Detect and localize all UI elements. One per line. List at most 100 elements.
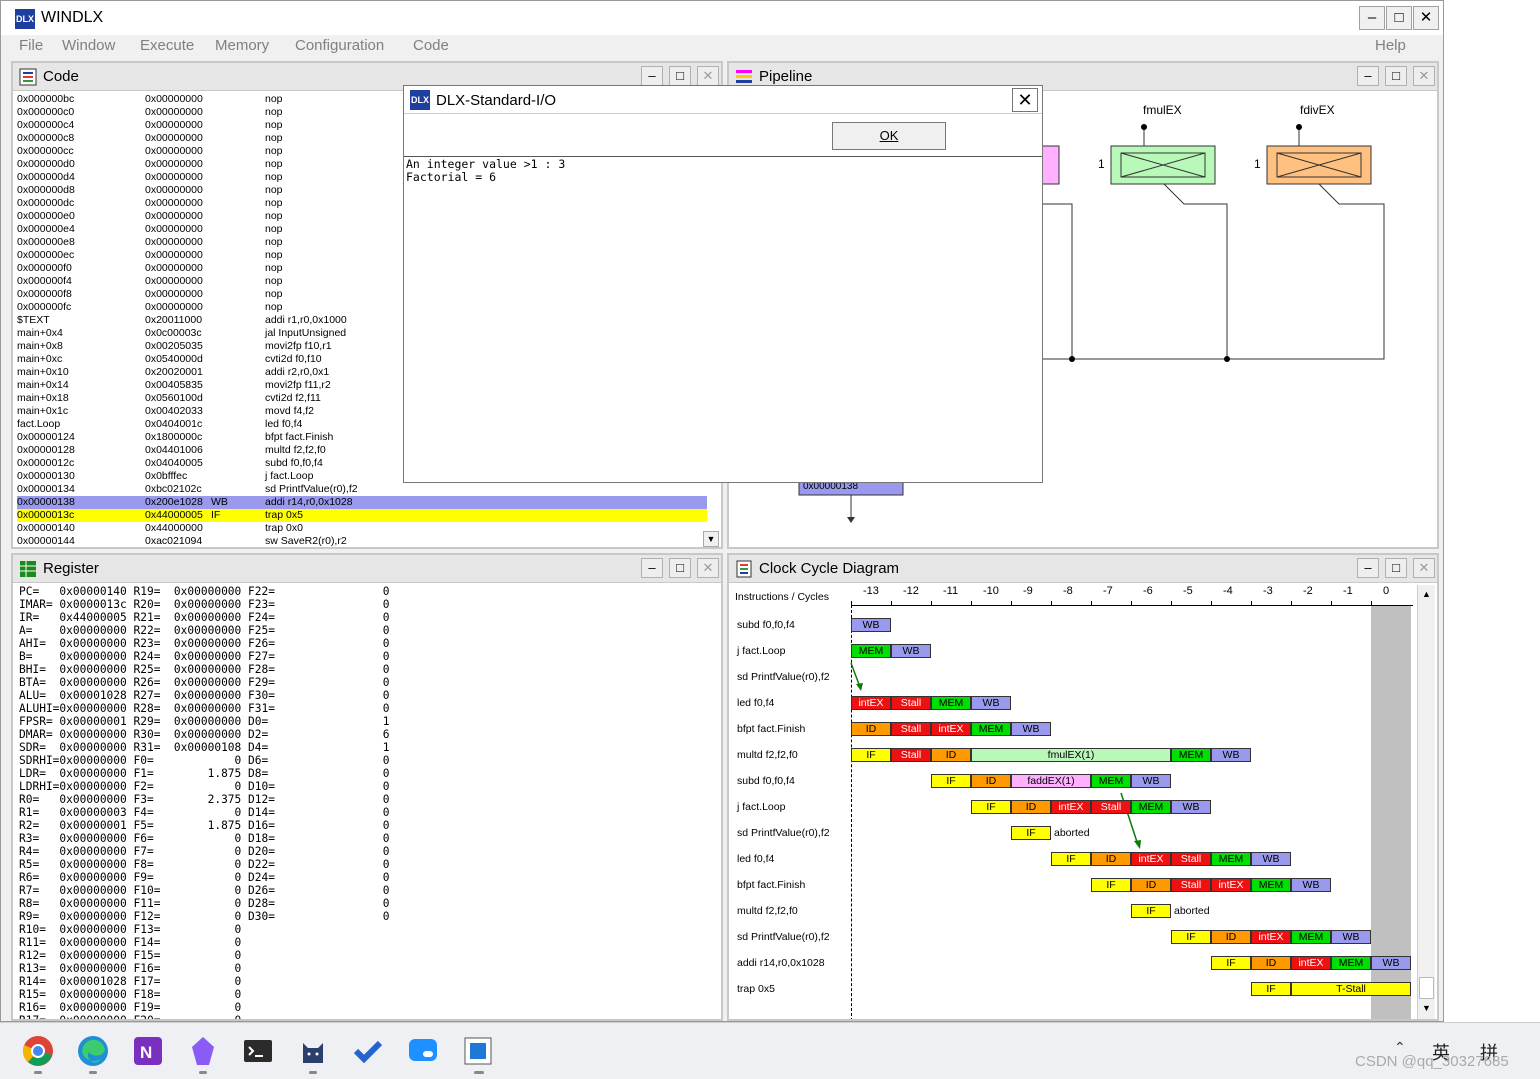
instruction-label: addi r14,r0,0x1028 [737, 957, 825, 969]
pipeline-stage-box: Stall [891, 748, 931, 762]
code-address: 0x000000bc [17, 93, 75, 105]
code-address: fact.Loop [17, 418, 61, 430]
code-instruction: nop [265, 132, 283, 144]
pipeline-stage-box: ID [1091, 852, 1131, 866]
code-instruction: sd PrintfValue(r0),f2 [265, 483, 358, 495]
code-hex: 0x200e1028 [145, 496, 203, 508]
code-row[interactable]: 0x00000138 0x200e1028 WB addi r14,r0,0x1028 [17, 496, 707, 509]
pipeline-maximize-button[interactable]: □ [1385, 66, 1407, 86]
pipeline-stage-box: IF [1171, 930, 1211, 944]
code-instruction: trap 0x5 [265, 509, 303, 521]
pipeline-stage-box: MEM [1291, 930, 1331, 944]
code-row[interactable]: 0x0000013c 0x44000005 IF trap 0x5 [17, 509, 707, 522]
chrome-icon[interactable] [22, 1035, 54, 1067]
register-minimize-button[interactable]: – [641, 558, 663, 578]
pipeline-close-button[interactable]: ✕ [1413, 66, 1435, 86]
pipeline-stage-box: ID [931, 748, 971, 762]
dlx-app-icon: DLX [15, 9, 35, 29]
register-line: R16= 0x00000000 F19= 0 [19, 1001, 242, 1014]
code-address: 0x00000134 [17, 483, 75, 495]
clock-vertical-scrollbar[interactable]: ▲ ▼ [1417, 585, 1435, 1019]
pipeline-stage-box: intEX [931, 722, 971, 736]
dialog-close-button[interactable]: ✕ [1012, 88, 1038, 112]
code-instruction: nop [265, 301, 283, 313]
menu-configuration[interactable]: Configuration [295, 37, 384, 54]
chat-app-icon[interactable] [407, 1035, 439, 1067]
terminal-icon[interactable] [242, 1035, 274, 1067]
code-address: main+0x1c [17, 405, 69, 417]
maximize-button[interactable]: □ [1386, 6, 1412, 30]
cycle-tick [851, 601, 852, 606]
cycle-label: -7 [1103, 585, 1113, 597]
menu-memory[interactable]: Memory [215, 37, 269, 54]
cycle-label: 0 [1383, 585, 1390, 597]
cycle-tick [1211, 601, 1212, 606]
cycle-label: -8 [1063, 585, 1073, 597]
aborted-label: aborted [1174, 905, 1210, 917]
cat-app-icon[interactable] [297, 1035, 329, 1067]
register-close-button[interactable]: ✕ [697, 558, 719, 578]
code-instruction: nop [265, 275, 283, 287]
scroll-thumb[interactable] [1419, 977, 1434, 999]
minimize-button[interactable]: – [1359, 6, 1385, 30]
pipeline-stage-box: MEM [1091, 774, 1131, 788]
pipeline-stage-box: WB [851, 618, 891, 632]
code-minimize-button[interactable]: – [641, 66, 663, 86]
code-instruction: nop [265, 288, 283, 300]
register-line: R13= 0x00000000 F16= 0 [19, 962, 242, 975]
scroll-down-arrow[interactable]: ▼ [1419, 1001, 1434, 1016]
menu-help[interactable]: Help [1375, 37, 1406, 54]
pipeline-stage-box: WB [1211, 748, 1251, 762]
obsidian-running-indicator [199, 1071, 207, 1074]
main-title-bar: DLX WINDLX – □ ✕ [1, 1, 1443, 35]
code-hex: 0x00402033 [145, 405, 203, 417]
ok-button[interactable]: OK [832, 122, 946, 150]
register-maximize-button[interactable]: □ [669, 558, 691, 578]
windlx-taskbar-icon[interactable] [462, 1035, 494, 1067]
register-line: AHI= 0x00000000 R23= 0x00000000 F26= 0 [19, 637, 390, 650]
register-line: IMAR= 0x0000013c R20= 0x00000000 F23= 0 [19, 598, 390, 611]
onenote-icon[interactable]: N [132, 1035, 164, 1067]
code-close-button[interactable]: ✕ [697, 66, 719, 86]
code-scroll-down-arrow[interactable]: ▼ [703, 531, 719, 547]
code-maximize-button[interactable]: □ [669, 66, 691, 86]
clock-minimize-button[interactable]: – [1357, 558, 1379, 578]
code-row[interactable]: 0x00000144 0xac021094 sw SaveR2(r0),r2 [17, 535, 707, 547]
code-instruction: nop [265, 197, 283, 209]
code-address: main+0x4 [17, 327, 63, 339]
code-row[interactable]: 0x00000134 0xbc02102c sd PrintfValue(r0),f… [17, 483, 707, 496]
close-button[interactable]: ✕ [1413, 6, 1439, 30]
menu-bar: File Window Execute Memory Configuration… [1, 35, 1443, 57]
code-row[interactable]: 0x00000140 0x44000000 trap 0x0 [17, 522, 707, 535]
code-instruction: movi2fp f10,r1 [265, 340, 332, 352]
pipeline-stage-box: ID [971, 774, 1011, 788]
menu-file[interactable]: File [19, 37, 43, 54]
code-hex: 0x20020001 [145, 366, 203, 378]
scroll-up-arrow[interactable]: ▲ [1419, 587, 1434, 602]
code-address: 0x0000013c [17, 509, 75, 521]
menu-code[interactable]: Code [413, 37, 449, 54]
clock-close-button[interactable]: ✕ [1413, 558, 1435, 578]
cycle-tick [1051, 601, 1052, 606]
pipeline-stage-box: WB [1011, 722, 1051, 736]
todo-icon[interactable] [352, 1035, 384, 1067]
pipeline-stage-box: MEM [1211, 852, 1251, 866]
pipeline-stage-box: intEX [1251, 930, 1291, 944]
chrome-running-indicator [34, 1071, 42, 1074]
pipeline-minimize-button[interactable]: – [1357, 66, 1379, 86]
menu-execute[interactable]: Execute [140, 37, 194, 54]
pipeline-stage-box: intEX [851, 696, 891, 710]
edge-icon[interactable] [77, 1035, 109, 1067]
code-address: 0x000000e0 [17, 210, 75, 222]
obsidian-icon[interactable] [187, 1035, 219, 1067]
cycle-label: -2 [1303, 585, 1313, 597]
dialog-output-text: An integer value >1 : 3 Factorial = 6 [406, 157, 566, 184]
clock-maximize-button[interactable]: □ [1385, 558, 1407, 578]
code-address: 0x000000d4 [17, 171, 75, 183]
cycle-label: -12 [903, 585, 919, 597]
menu-window[interactable]: Window [62, 37, 115, 54]
code-address: 0x000000ec [17, 249, 75, 261]
code-address: 0x00000124 [17, 431, 75, 443]
code-hex: 0x00000000 [145, 275, 203, 287]
code-address: 0x00000128 [17, 444, 75, 456]
